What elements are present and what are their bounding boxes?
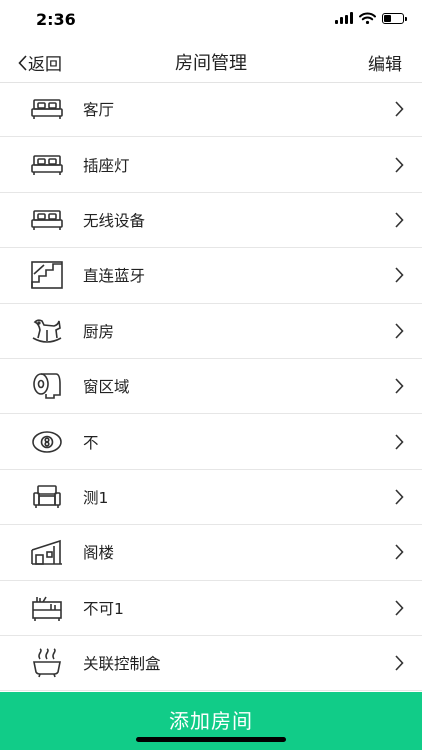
- page-title: 房间管理: [175, 53, 247, 74]
- chevron-right-icon: [395, 212, 404, 228]
- toilet-paper-icon: [30, 369, 64, 403]
- room-item[interactable]: 直连蓝牙: [0, 248, 422, 304]
- room-item[interactable]: 厨房: [0, 304, 422, 359]
- chevron-right-icon: [395, 101, 404, 117]
- room-item[interactable]: 不可1: [0, 581, 422, 636]
- room-label: 厨房: [83, 322, 115, 341]
- wifi-icon: [359, 12, 376, 24]
- room-item[interactable]: 关联控制盒: [0, 636, 422, 692]
- chevron-right-icon: [395, 267, 404, 283]
- chevron-right-icon: [395, 655, 404, 671]
- chevron-right-icon: [395, 433, 404, 450]
- room-item[interactable]: 插座灯: [0, 137, 422, 193]
- chevron-right-icon: [395, 544, 404, 560]
- bathtub-icon: [30, 646, 64, 680]
- chevron-right-icon: [395, 600, 404, 616]
- rocking-horse-icon: [30, 314, 64, 348]
- status-time: 2:36: [36, 10, 76, 29]
- bed-icon: [30, 92, 64, 126]
- attic-icon: [30, 535, 64, 569]
- home-indicator: [136, 737, 286, 742]
- room-item[interactable]: 不: [0, 414, 422, 470]
- chevron-right-icon: [395, 378, 404, 394]
- chevron-right-icon: [395, 489, 404, 505]
- room-item[interactable]: 阁楼: [0, 525, 422, 581]
- battery-level: [384, 14, 391, 22]
- status-icons: [335, 12, 407, 24]
- room-label: 插座灯: [83, 156, 130, 175]
- room-label: 无线设备: [83, 211, 146, 230]
- chevron-right-icon: [395, 157, 404, 173]
- room-label: 关联控制盒: [83, 655, 161, 674]
- stairs-icon: [30, 258, 64, 292]
- room-item[interactable]: 无线设备: [0, 193, 422, 249]
- room-label: 不可1: [83, 599, 124, 618]
- room-label: 客厅: [83, 101, 115, 120]
- signal-icon: [335, 12, 353, 24]
- room-item[interactable]: 客厅: [0, 82, 422, 138]
- edit-button[interactable]: 编辑: [368, 50, 402, 75]
- sofa-icon: [30, 480, 64, 514]
- nav-bar: 返回 房间管理 编辑: [0, 42, 422, 83]
- room-label: 不: [83, 433, 99, 452]
- room-item[interactable]: 窗区域: [0, 359, 422, 415]
- battery-icon: [382, 12, 407, 24]
- room-label: 窗区域: [83, 378, 130, 397]
- room-item[interactable]: 测1: [0, 470, 422, 526]
- bookshelf-icon: [30, 591, 64, 625]
- room-list: 客厅 插座灯 无线设备 直连蓝牙 厨房 窗区域 不 测1 阁楼 不可1 关联控制…: [0, 82, 422, 692]
- chevron-right-icon: [395, 323, 404, 339]
- room-label: 阁楼: [83, 544, 115, 563]
- room-label: 直连蓝牙: [83, 267, 146, 286]
- room-label: 测1: [83, 488, 109, 507]
- status-bar: 2:36: [0, 0, 422, 42]
- bed-icon: [30, 203, 64, 237]
- bed-icon: [30, 148, 64, 182]
- billiard-ball-icon: [30, 425, 64, 459]
